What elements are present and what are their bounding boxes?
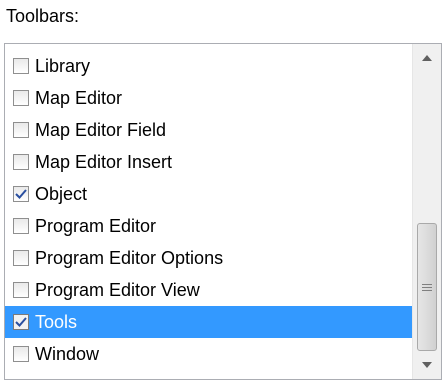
checkbox[interactable] xyxy=(13,58,29,74)
checkbox[interactable] xyxy=(13,282,29,298)
scroll-up-button[interactable] xyxy=(413,44,441,72)
list-item-label: Program Editor xyxy=(35,215,157,236)
checkmark-icon xyxy=(15,317,27,327)
toolbars-listbox[interactable]: Library Map Editor Map Editor Field Map Edi… xyxy=(4,43,442,380)
toolbars-list: Library Map Editor Map Editor Field Map Edi… xyxy=(5,44,412,379)
list-item[interactable]: Map Editor xyxy=(5,82,412,114)
list-item[interactable]: Tools xyxy=(5,306,412,338)
checkbox-checked[interactable] xyxy=(13,314,29,330)
toolbars-label: Toolbars: xyxy=(6,6,80,26)
checkbox[interactable] xyxy=(13,122,29,138)
checkbox[interactable] xyxy=(13,154,29,170)
vertical-scrollbar[interactable] xyxy=(412,44,441,379)
list-item[interactable]: Object xyxy=(5,178,412,210)
list-item[interactable]: Program Editor xyxy=(5,210,412,242)
list-item[interactable]: Map Editor Insert xyxy=(5,146,412,178)
scroll-down-button[interactable] xyxy=(413,351,441,379)
list-item[interactable]: Map Editor Field xyxy=(5,114,412,146)
scroll-thumb[interactable] xyxy=(417,223,437,351)
list-item[interactable]: Library xyxy=(5,50,412,82)
checkbox[interactable] xyxy=(13,90,29,106)
list-item-label: Window xyxy=(35,343,100,364)
list-item[interactable]: Program Editor View xyxy=(5,274,412,306)
list-item-label: Map Editor Insert xyxy=(35,151,173,172)
checkmark-icon xyxy=(15,189,27,199)
list-item-label: Program Editor Options xyxy=(35,247,224,268)
checkbox-checked[interactable] xyxy=(13,186,29,202)
list-item-label: Program Editor View xyxy=(35,279,200,300)
list-item[interactable]: Window xyxy=(5,338,412,370)
grip-icon xyxy=(422,283,432,291)
list-item-label: Map Editor xyxy=(35,87,123,108)
arrow-up-icon xyxy=(422,55,432,61)
list-item-label: Library xyxy=(35,55,91,76)
list-item-label: Map Editor Field xyxy=(35,119,167,140)
list-item[interactable]: Program Editor Options xyxy=(5,242,412,274)
checkbox[interactable] xyxy=(13,346,29,362)
checkbox[interactable] xyxy=(13,218,29,234)
list-item-label: Object xyxy=(35,183,88,204)
arrow-down-icon xyxy=(422,362,432,368)
checkbox[interactable] xyxy=(13,250,29,266)
list-item-label: Tools xyxy=(35,311,78,332)
